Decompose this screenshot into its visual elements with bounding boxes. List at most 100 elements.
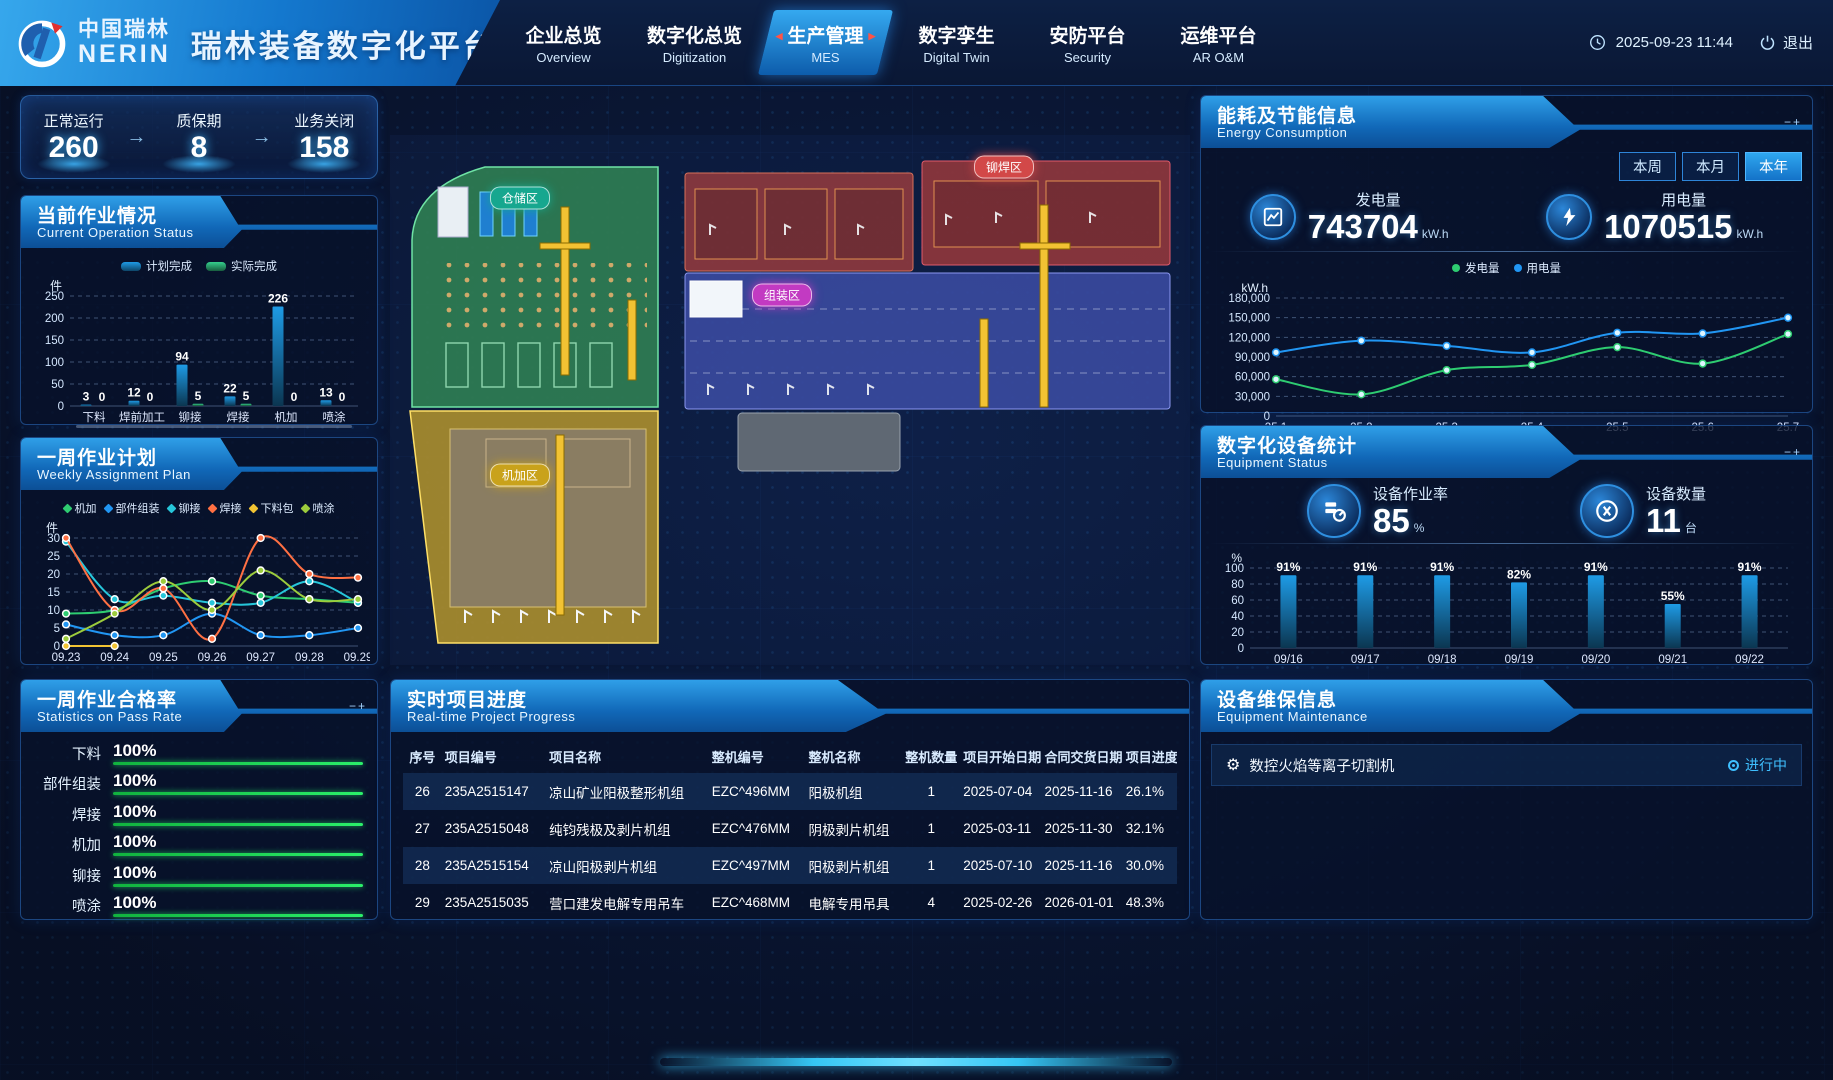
legend-item-焊接: 焊接 bbox=[209, 500, 242, 516]
pass-rate-value: 100% bbox=[113, 833, 363, 850]
svg-text:91%: 91% bbox=[1738, 560, 1762, 574]
metric-设备作业率: 设备作业率85% bbox=[1307, 483, 1448, 539]
zone-label-铆焊区: 铆焊区 bbox=[974, 156, 1034, 179]
stat-value: 260 bbox=[28, 131, 120, 164]
status-dot-icon bbox=[1728, 760, 1739, 771]
metric-设备数量: 设备数量11台 bbox=[1580, 483, 1706, 539]
svg-text:40: 40 bbox=[1231, 611, 1244, 623]
svg-text:60,000: 60,000 bbox=[1235, 371, 1270, 383]
svg-text:91%: 91% bbox=[1276, 560, 1300, 574]
legend-marker bbox=[121, 262, 141, 271]
panel-subtitle: Weekly Assignment Plan bbox=[37, 467, 191, 482]
zone-label-组装区: 组装区 bbox=[752, 284, 812, 307]
svg-text:82%: 82% bbox=[1507, 567, 1531, 581]
svg-text:94: 94 bbox=[175, 350, 189, 364]
panel-subtitle: Equipment Status bbox=[1217, 455, 1328, 470]
svg-text:30,000: 30,000 bbox=[1235, 391, 1270, 403]
maintenance-row[interactable]: ⚙数控火焰等离子切割机进行中 bbox=[1211, 744, 1802, 786]
pass-rate-row: 铆接100% bbox=[27, 860, 363, 891]
svg-text:09.29: 09.29 bbox=[344, 652, 370, 664]
tab-digital-twin[interactable]: 数字孪生Digital Twin bbox=[891, 18, 1022, 71]
svg-text:件: 件 bbox=[50, 279, 62, 293]
svg-text:5: 5 bbox=[195, 389, 202, 403]
progress-table: 序号项目编号项目名称整机编号整机名称整机数量项目开始日期合同交货日期项目进度26… bbox=[403, 738, 1177, 921]
table-row[interactable]: 29235A2515035营口建发电解专用吊车EZC^468MM电解专用吊具42… bbox=[403, 884, 1177, 921]
page-title: 瑞林装备数字化平台 bbox=[191, 21, 497, 66]
tab-ar-o-m[interactable]: 运维平台AR O&M bbox=[1153, 18, 1284, 71]
svg-text:铆接: 铆接 bbox=[179, 410, 202, 424]
pass-rate-bar bbox=[113, 823, 363, 826]
top-header-bar: 中国瑞林 NERIN 瑞林装备数字化平台 企业总览Overview数字化总览Di… bbox=[0, 0, 1833, 86]
pass-rate-bar bbox=[113, 762, 363, 765]
panel-title: 一周作业合格率 bbox=[37, 685, 177, 712]
metric-unit: % bbox=[1414, 521, 1425, 535]
svg-text:5: 5 bbox=[243, 389, 250, 403]
equipment-bar-chart: 020406080100%91%09/1691%09/1791%09/1882%… bbox=[1210, 548, 1800, 670]
svg-text:150,000: 150,000 bbox=[1228, 312, 1270, 324]
table-row[interactable]: 28235A2515154凉山阳极剥片机组EZC^497MM阳极剥片机组1202… bbox=[403, 847, 1177, 884]
pass-rate-bar bbox=[113, 853, 363, 856]
svg-text:机加: 机加 bbox=[275, 410, 298, 424]
table-row[interactable]: 27235A2515048纯钧残极及剥片机组EZC^476MM阴极剥片机组120… bbox=[403, 810, 1177, 847]
svg-text:15: 15 bbox=[47, 587, 60, 599]
pass-rate-panel: 一周作业合格率 Statistics on Pass Rate −+ 下料100… bbox=[20, 679, 378, 920]
legend-marker bbox=[206, 262, 226, 271]
svg-text:150: 150 bbox=[45, 335, 64, 347]
logout-button[interactable]: 退出 bbox=[1759, 32, 1813, 53]
svg-text:226: 226 bbox=[268, 292, 288, 306]
svg-text:20: 20 bbox=[47, 569, 60, 581]
pass-rate-value: 100% bbox=[113, 742, 363, 759]
svg-text:件: 件 bbox=[46, 521, 58, 535]
tab-overview[interactable]: 企业总览Overview bbox=[498, 18, 629, 71]
energy-metrics: 发电量743704kW.h用电量1070515kW.h bbox=[1201, 183, 1812, 247]
svg-text:09.23: 09.23 bbox=[52, 652, 81, 664]
bolt-icon bbox=[1546, 194, 1592, 240]
metric-value: 1070515 bbox=[1604, 210, 1732, 245]
tab-mes[interactable]: 生产管理MES bbox=[760, 18, 891, 71]
stat-value: 158 bbox=[278, 131, 370, 164]
metric-value: 743704 bbox=[1308, 210, 1418, 245]
column-header: 整机编号 bbox=[709, 738, 806, 773]
metric-unit: 台 bbox=[1685, 519, 1697, 536]
svg-text:09/18: 09/18 bbox=[1428, 654, 1457, 666]
svg-text:0: 0 bbox=[291, 390, 298, 404]
range-button-本周[interactable]: 本周 bbox=[1619, 152, 1676, 181]
range-button-本年[interactable]: 本年 bbox=[1745, 152, 1802, 181]
current-operation-panel: 当前作业情况 Current Operation Status 计划完成实际完成… bbox=[20, 195, 378, 425]
legend-item-用电量: 用电量 bbox=[1514, 260, 1562, 276]
svg-text:91%: 91% bbox=[1353, 560, 1377, 574]
svg-text:0: 0 bbox=[339, 390, 346, 404]
pass-rate-label: 部件组装 bbox=[27, 773, 113, 794]
tab-security[interactable]: 安防平台Security bbox=[1022, 18, 1153, 71]
svg-text:焊接: 焊接 bbox=[227, 410, 250, 424]
metric-value-row: 85% bbox=[1373, 504, 1448, 539]
project-progress-panel: 实时项目进度 Real-time Project Progress 序号项目编号… bbox=[390, 679, 1190, 920]
legend-item-实际完成: 实际完成 bbox=[206, 258, 277, 274]
tab-digitization[interactable]: 数字化总览Digitization bbox=[629, 18, 760, 71]
pass-rate-label: 焊接 bbox=[27, 804, 113, 825]
svg-text:91%: 91% bbox=[1584, 560, 1608, 574]
svg-text:09/16: 09/16 bbox=[1274, 654, 1303, 666]
column-header: 合同交货日期 bbox=[1042, 738, 1123, 773]
operation-chart-legend: 计划完成实际完成 bbox=[30, 256, 368, 276]
weekly-chart-legend: 机加部件组装铆接焊接下料包喷涂 bbox=[30, 498, 368, 518]
svg-text:09.25: 09.25 bbox=[149, 652, 178, 664]
svg-text:12: 12 bbox=[127, 386, 141, 400]
panel-subtitle: Equipment Maintenance bbox=[1217, 709, 1368, 724]
range-button-本月[interactable]: 本月 bbox=[1682, 152, 1739, 181]
table-row[interactable]: 26235A2515147凉山矿业阳极整形机组EZC^496MM阳极机组1202… bbox=[403, 773, 1177, 810]
pass-rate-value-cell: 100% bbox=[113, 742, 363, 765]
clock-icon bbox=[1589, 34, 1606, 51]
svg-text:200: 200 bbox=[45, 313, 64, 325]
svg-text:90,000: 90,000 bbox=[1235, 352, 1270, 364]
status-stat: 质保期8 bbox=[153, 110, 245, 164]
svg-text:0: 0 bbox=[1238, 643, 1244, 655]
metric-text: 设备数量11台 bbox=[1646, 483, 1706, 539]
svg-text:50: 50 bbox=[51, 379, 64, 391]
stat-label: 业务关闭 bbox=[278, 110, 370, 131]
svg-text:10: 10 bbox=[47, 605, 60, 617]
factory-3d-map[interactable]: 仓储区铆焊区组装区机加区 bbox=[390, 95, 1190, 673]
metric-value: 11 bbox=[1646, 504, 1681, 539]
bottom-glow-bar bbox=[660, 1058, 1172, 1066]
svg-text:3: 3 bbox=[83, 390, 90, 404]
